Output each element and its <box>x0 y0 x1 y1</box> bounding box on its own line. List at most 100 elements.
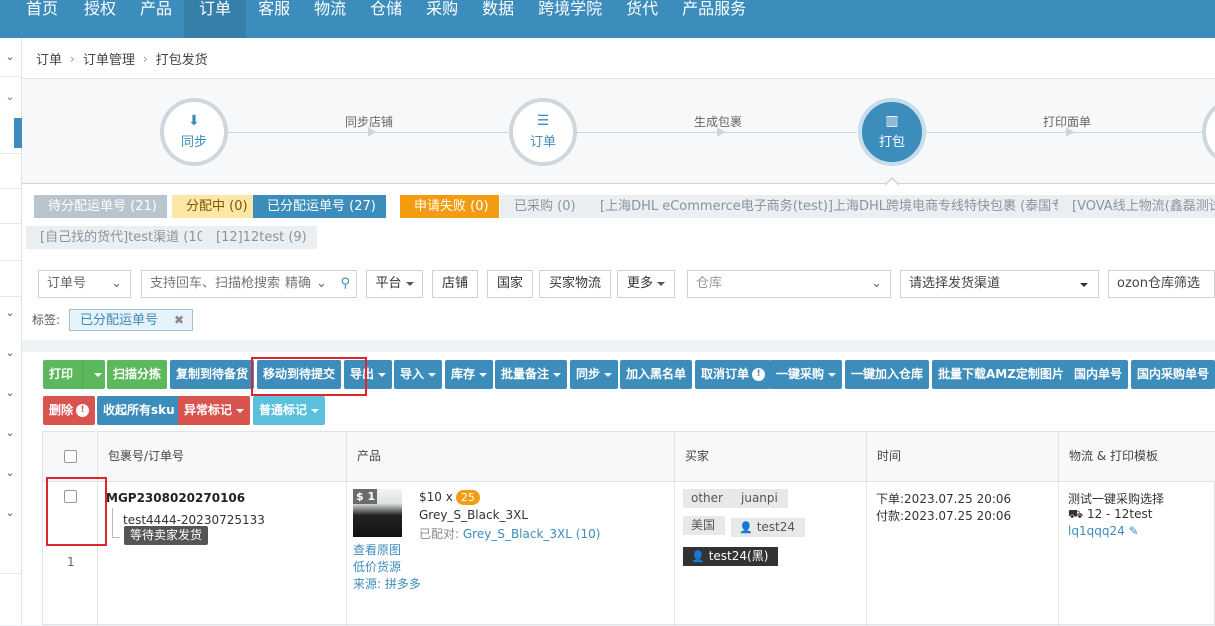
platform-filter[interactable]: 平台 <box>366 270 423 298</box>
ozon-warehouse-select[interactable]: ozon仓库筛选 <box>1108 270 1215 298</box>
col-time: 时间 <box>867 432 1059 482</box>
add-to-warehouse-button[interactable]: 一键加入仓库 <box>845 360 930 389</box>
step-next[interactable] <box>1202 98 1215 166</box>
nav-purchase[interactable]: 采购 <box>414 0 470 38</box>
abnormal-mark-button[interactable]: 异常标记 <box>178 396 251 425</box>
breadcrumb-item[interactable]: 订单管理 <box>83 49 135 68</box>
price-tag: $ 1 <box>353 489 377 504</box>
source-link[interactable]: 来源: 拼多多 <box>353 575 421 592</box>
chevron-down-icon[interactable]: ⌄ <box>3 346 17 360</box>
main-content: 订单 › 订单管理 › 打包发货 ⬇ 同步 同步店铺 ☰ 订单 生成包裹 ▥ 打… <box>22 38 1215 626</box>
truck-icon: ⛟ <box>1068 507 1084 521</box>
scan-sort-button[interactable]: 扫描分拣 <box>107 360 168 389</box>
tag-failed[interactable]: 申请失败 (0) <box>400 195 499 218</box>
connector-label: 打印面单 <box>1043 115 1092 129</box>
collapse-sku-button[interactable]: 收起所有sku <box>97 396 181 425</box>
step-order[interactable]: ☰ 订单 <box>509 98 577 166</box>
nav-home[interactable]: 首页 <box>0 0 72 38</box>
normal-mark-button[interactable]: 普通标记 <box>253 396 326 425</box>
tag-allocated[interactable]: 已分配运单号 (27) <box>253 195 386 218</box>
buyer-tag[interactable]: 👤 test24 <box>731 518 806 537</box>
tracking-number-link[interactable]: lq1qqq24 ✎ <box>1068 524 1139 538</box>
user-icon: 👤 <box>739 521 753 534</box>
chevron-down-icon[interactable]: ⌄ <box>3 50 17 64</box>
tag-12test-channel[interactable]: [12]12test (9) <box>202 226 317 249</box>
edit-icon[interactable]: ✎ <box>1129 524 1139 538</box>
chevron-down-icon[interactable]: ⌄ <box>3 466 17 480</box>
copy-to-stock-button[interactable]: 复制到待备货 <box>170 360 255 389</box>
inventory-button[interactable]: 库存 <box>445 360 494 389</box>
nav-academy[interactable]: 跨境学院 <box>526 0 614 38</box>
step-label: 订单 <box>529 135 556 150</box>
action-toolbar: 打印 扫描分拣 复制到待备货 移动到待提交 导出 导入 库存 批量备注 同步 加… <box>22 352 1215 432</box>
import-button[interactable]: 导入 <box>394 360 443 389</box>
buyer-tag[interactable]: juanpi <box>733 489 788 508</box>
sync-button[interactable]: 同步 <box>570 360 619 389</box>
more-filter[interactable]: 更多 <box>617 270 675 298</box>
print-button[interactable]: 打印 <box>43 360 105 389</box>
select-all-checkbox[interactable] <box>64 450 77 463</box>
chevron-down-icon[interactable]: ⌄ <box>3 306 17 320</box>
cancel-order-button[interactable]: 取消订单! <box>695 360 772 389</box>
logistics-name: 测试一键采购选择 <box>1068 492 1165 506</box>
tag-purchased[interactable]: 已采购 (0) <box>500 195 586 218</box>
nav-forwarder[interactable]: 货代 <box>614 0 670 38</box>
tag-dhl-channel[interactable]: [上海DHL eCommerce电子商务(test)]上海DHL跨境电商专线特快… <box>586 195 1115 218</box>
nav-product-service[interactable]: 产品服务 <box>670 0 758 38</box>
low-price-link[interactable]: 低价货源 <box>353 558 401 575</box>
add-blacklist-button[interactable]: 加入黑名单 <box>620 360 693 389</box>
nav-logistics[interactable]: 物流 <box>302 0 358 38</box>
buyer-tag[interactable]: 美国 <box>683 516 726 535</box>
top-nav: 首页 授权 产品 订单 客服 物流 仓储 采购 数据 跨境学院 货代 产品服务 <box>0 0 1215 38</box>
tag-allocating[interactable]: 分配中 (0) <box>172 195 258 218</box>
warehouse-select[interactable]: 仓库 ⌄ <box>687 270 891 298</box>
channel-select[interactable]: 请选择发货渠道 <box>900 270 1099 298</box>
filter-row: 订单号 ⌄ 支持回车、扫描枪搜索 精确 ⌄ ⚲ 平台 店铺 国家 买家物流 更多 仓库 ⌄… <box>22 270 1215 302</box>
tag-pending-waybill[interactable]: 待分配运单号 (21) <box>34 195 167 218</box>
nav-data[interactable]: 数据 <box>470 0 526 38</box>
chevron-down-icon: ⌄ <box>871 276 882 291</box>
product-image[interactable]: $ 1 <box>353 489 402 537</box>
view-image-link[interactable]: 查看原图 <box>353 541 401 558</box>
buyer-tag[interactable]: other <box>683 489 733 508</box>
label-chip[interactable]: 已分配运单号 ✖ <box>69 309 194 331</box>
order-type-select[interactable]: 订单号 ⌄ <box>38 270 131 298</box>
batch-note-button[interactable]: 批量备注 <box>495 360 568 389</box>
one-click-purchase-button[interactable]: 一键采购 <box>770 360 843 389</box>
chevron-right-icon: › <box>142 51 148 66</box>
tag-vova-channel[interactable]: [VOVA线上物流(鑫磊测试)] <box>1058 195 1215 218</box>
search-input[interactable]: 支持回车、扫描枪搜索 精确 ⌄ ⚲ <box>141 270 357 298</box>
breadcrumb-item[interactable]: 订单 <box>36 49 62 68</box>
chevron-down-icon[interactable]: ⌄ <box>3 386 17 400</box>
domestic-no-button[interactable]: 国内单号 <box>1068 360 1129 389</box>
domestic-purchase-no-button[interactable]: 国内采购单号 <box>1131 360 1215 389</box>
nav-order[interactable]: 订单 <box>184 0 247 38</box>
country-filter[interactable]: 国家 <box>487 270 533 298</box>
search-icon[interactable]: ⚲ <box>340 271 350 297</box>
download-amz-images-button[interactable]: 批量下载AMZ定制图片 <box>932 360 1070 389</box>
step-label: 同步 <box>180 135 207 150</box>
order-number[interactable]: test4444-20230725133 <box>123 513 265 527</box>
col-buyer: 买家 <box>675 432 867 482</box>
col-product: 产品 <box>347 432 675 482</box>
matched-sku-link[interactable]: Grey_S_Black_3XL (10) <box>463 527 601 541</box>
package-number[interactable]: MGP2308020270106 <box>106 491 245 505</box>
tag-forwarder-channel[interactable]: [自己找的货代]test渠道 (10) <box>26 226 220 249</box>
nav-warehouse[interactable]: 仓储 <box>358 0 414 38</box>
chevron-down-icon[interactable]: ⌄ <box>3 426 17 440</box>
chevron-down-icon[interactable]: ⌄ <box>3 506 17 520</box>
chevron-down-icon[interactable]: ⌄ <box>3 90 17 104</box>
search-mode-select[interactable]: 精确 <box>285 271 311 297</box>
shop-filter[interactable]: 店铺 <box>432 270 478 298</box>
nav-service[interactable]: 客服 <box>246 0 302 38</box>
close-icon[interactable]: ✖ <box>174 313 184 327</box>
delete-button[interactable]: 删除! <box>43 396 96 425</box>
step-sync[interactable]: ⬇ 同步 <box>160 98 228 166</box>
highlight-box <box>251 357 367 396</box>
buyer-blacklist-tag[interactable]: 👤 test24(黑) <box>683 547 779 566</box>
nav-product[interactable]: 产品 <box>128 0 184 38</box>
step-pack[interactable]: ▥ 打包 <box>858 98 926 166</box>
buyer-logistics-filter[interactable]: 买家物流 <box>539 270 611 298</box>
nav-auth[interactable]: 授权 <box>72 0 128 38</box>
col-package: 包裹号/订单号 <box>98 432 347 482</box>
